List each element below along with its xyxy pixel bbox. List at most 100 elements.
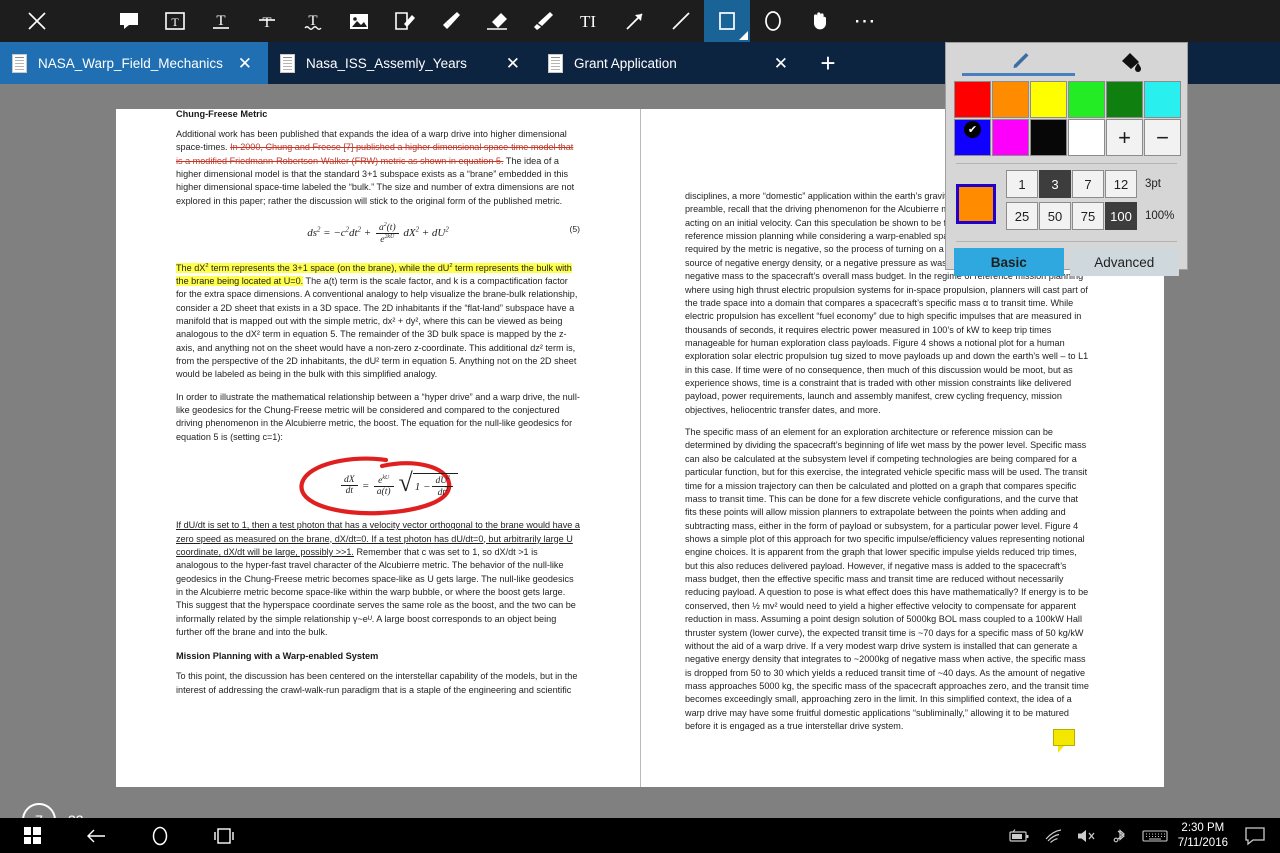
clock-time: 2:30 PM	[1181, 821, 1224, 836]
ink-color-panel: ✔ + − 1 3 7 12 3pt 25 50	[945, 42, 1188, 270]
add-color-button[interactable]: +	[1106, 119, 1143, 156]
tab-label: Grant Application	[574, 56, 677, 71]
ellipse-icon[interactable]	[750, 0, 796, 42]
equation-5-number: (5)	[569, 224, 580, 234]
remove-color-button[interactable]: −	[1144, 119, 1181, 156]
advanced-button[interactable]: Advanced	[1070, 248, 1180, 276]
opacity-value-label: 100%	[1145, 210, 1174, 222]
underline-text-icon[interactable]: T	[198, 0, 244, 42]
right-paragraph-2: The specific mass of an element for an e…	[685, 426, 1089, 733]
svg-text:T: T	[262, 15, 271, 31]
rectangle-icon[interactable]	[704, 0, 750, 42]
task-view-icon[interactable]	[192, 818, 256, 853]
more-icon[interactable]: ⋯	[842, 0, 888, 42]
svg-text:T: T	[171, 15, 179, 29]
cortana-search-icon[interactable]	[128, 818, 192, 853]
color-swatch-magenta[interactable]	[992, 119, 1029, 156]
geodesic-equation-block: dXdt = ekUa(t) √ 1 − dU2dt2	[176, 453, 580, 519]
color-swatch-blue[interactable]: ✔	[954, 119, 991, 156]
paint-bucket-icon[interactable]	[1117, 49, 1143, 78]
opacity-50-button[interactable]: 50	[1039, 202, 1071, 230]
arrow-icon[interactable]	[612, 0, 658, 42]
page-left: Chung-Freese Metric Additional work has …	[116, 109, 640, 787]
color-swatch-cyan[interactable]	[1144, 81, 1181, 118]
current-color-preview[interactable]	[956, 184, 996, 224]
pdf-annotator-window: T T T T TI	[0, 0, 1280, 853]
comment-marker[interactable]	[1053, 729, 1075, 746]
document-icon	[548, 54, 563, 73]
wifi-icon[interactable]	[1036, 818, 1070, 853]
start-button[interactable]	[0, 818, 64, 853]
action-center-icon[interactable]	[1238, 818, 1272, 853]
document-icon	[12, 54, 27, 73]
panel-divider-1	[956, 163, 1177, 164]
p2-hl-b: term represents the 3+1 space (on the br…	[208, 263, 449, 273]
signature-icon[interactable]	[382, 0, 428, 42]
opacity-75-button[interactable]: 75	[1072, 202, 1104, 230]
line-icon[interactable]	[658, 0, 704, 42]
close-icon[interactable]	[14, 0, 60, 42]
keyboard-icon[interactable]	[1138, 818, 1172, 853]
color-swatch-orange[interactable]	[992, 81, 1029, 118]
squiggly-text-icon[interactable]: T	[290, 0, 336, 42]
taskbar-left-group	[0, 818, 256, 853]
panel-mode-buttons: Basic Advanced	[954, 248, 1179, 276]
eraser-icon[interactable]	[474, 0, 520, 42]
opacity-100-button[interactable]: 100	[1105, 202, 1137, 230]
thickness-1-button[interactable]: 1	[1006, 170, 1038, 198]
svg-text:TI: TI	[580, 12, 596, 31]
color-swatch-yellow[interactable]	[1030, 81, 1067, 118]
section-heading-2: Mission Planning with a Warp-enabled Sys…	[176, 651, 580, 661]
equation-5-body: ds2 = −c2dt2 + a2(t)e2kU dX2 + dU2	[307, 222, 449, 245]
panel-divider-2	[956, 241, 1177, 242]
battery-icon[interactable]	[1002, 818, 1036, 853]
back-button[interactable]	[64, 818, 128, 853]
color-swatch-dark-green[interactable]	[1106, 81, 1143, 118]
thickness-3-button[interactable]: 3	[1039, 170, 1071, 198]
windows-taskbar: 2:30 PM 7/11/2016	[0, 818, 1280, 853]
color-swatch-black[interactable]	[1030, 119, 1067, 156]
tab-nasa-warp-field-mechanics[interactable]: NASA_Warp_Field_Mechanics ✕	[0, 42, 268, 84]
tab-grant-application[interactable]: Grant Application ✕	[536, 42, 804, 84]
text-tool-icon[interactable]: TI	[566, 0, 612, 42]
tab-label: NASA_Warp_Field_Mechanics	[38, 56, 223, 71]
geodesic-equation: dXdt = ekUa(t) √ 1 − dU2dt2	[339, 473, 458, 498]
text-box-icon[interactable]: T	[152, 0, 198, 42]
color-swatch-red[interactable]	[954, 81, 991, 118]
paragraph-5: To this point, the discussion has been c…	[176, 670, 580, 697]
selected-check-icon: ✔	[964, 121, 981, 138]
volume-muted-icon[interactable]	[1070, 818, 1104, 853]
brush-icon[interactable]	[428, 0, 474, 42]
tab-close-icon[interactable]: ✕	[506, 55, 520, 72]
tool-expand-corner	[739, 31, 748, 40]
color-swatch-green[interactable]	[1068, 81, 1105, 118]
taskbar-clock[interactable]: 2:30 PM 7/11/2016	[1178, 821, 1228, 851]
tab-close-icon[interactable]: ✕	[238, 55, 252, 72]
section-heading: Chung-Freese Metric	[176, 109, 580, 119]
paragraph-2: The dX2 term represents the 3+1 space (o…	[176, 261, 580, 381]
tab-close-icon[interactable]: ✕	[774, 55, 788, 72]
image-icon[interactable]	[336, 0, 382, 42]
color-swatch-white[interactable]	[1068, 119, 1105, 156]
p2-rest: The a(t) term is the scale factor, and k…	[176, 276, 577, 380]
thickness-12-button[interactable]: 12	[1105, 170, 1137, 198]
tab-nasa-iss-assemly-years[interactable]: Nasa_ISS_Assemly_Years ✕	[268, 42, 536, 84]
basic-button[interactable]: Basic	[954, 248, 1064, 276]
pen-tab-indicator	[962, 73, 1075, 76]
paragraph-3: In order to illustrate the mathematical …	[176, 391, 580, 444]
thickness-7-button[interactable]: 7	[1072, 170, 1104, 198]
opacity-row: 25 50 75 100 100%	[1006, 202, 1179, 230]
bluetooth-icon[interactable]	[1104, 818, 1138, 853]
clock-date: 7/11/2016	[1178, 836, 1228, 851]
opacity-25-button[interactable]: 25	[1006, 202, 1038, 230]
tab-label: Nasa_ISS_Assemly_Years	[306, 56, 467, 71]
system-tray: 2:30 PM 7/11/2016	[1002, 818, 1280, 853]
strikethrough-text-icon[interactable]: T	[244, 0, 290, 42]
windows-logo-icon	[24, 827, 41, 844]
ink-panel-tabs	[954, 49, 1179, 75]
new-tab-button[interactable]: +	[804, 42, 852, 84]
highlighter-icon[interactable]	[520, 0, 566, 42]
paragraph-1: Additional work has been published that …	[176, 128, 580, 208]
comment-icon[interactable]	[106, 0, 152, 42]
hand-icon[interactable]	[796, 0, 842, 42]
